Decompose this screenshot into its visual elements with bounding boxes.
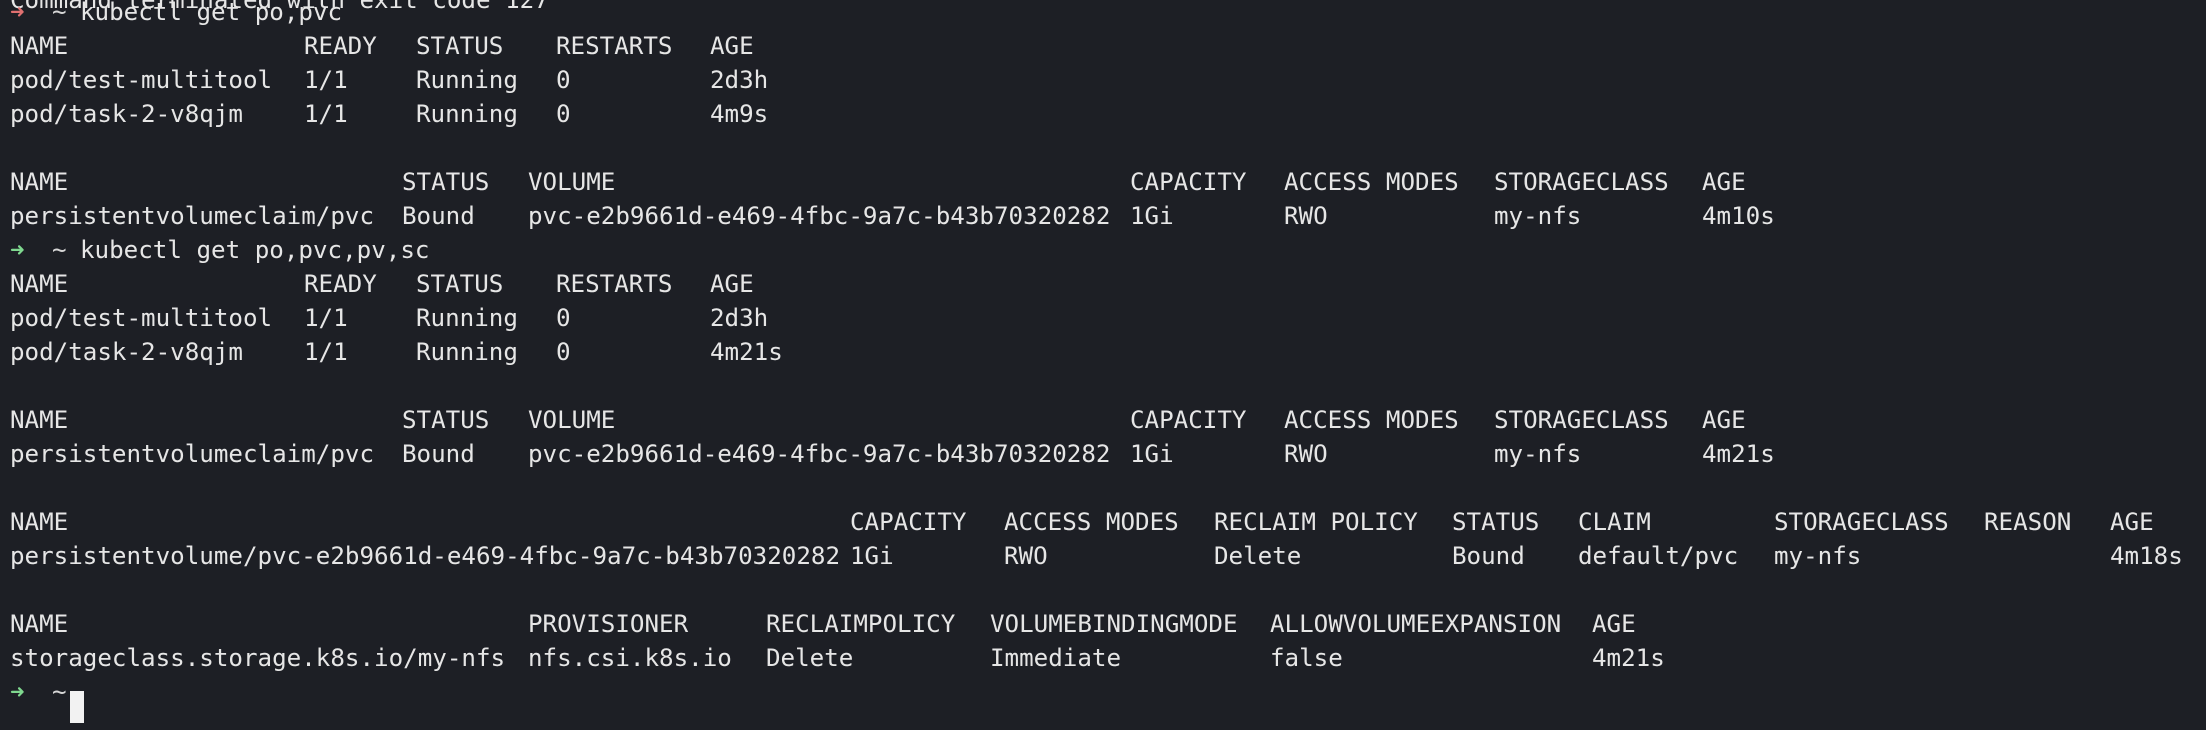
- terminal-window[interactable]: Command terminated with exit code 127 ➜ ~…: [0, 0, 2206, 730]
- table-cell: 4m21s: [710, 338, 783, 366]
- table-cell: CAPACITY: [850, 508, 967, 536]
- command-text: kubectl get po,pvc: [80, 0, 343, 26]
- table-cell: VOLUME: [528, 168, 616, 196]
- table-cell: NAME: [10, 32, 69, 60]
- text-cursor: [70, 691, 84, 723]
- table-cell: STATUS: [402, 168, 490, 196]
- table-cell: pod/task-2-v8qjm: [10, 100, 243, 128]
- table-cell: 1Gi: [850, 542, 894, 570]
- table-cell: Bound: [402, 440, 475, 468]
- table-cell: NAME: [10, 270, 69, 298]
- table-cell: AGE: [1592, 610, 1636, 638]
- table-cell: false: [1270, 644, 1343, 672]
- table-cell: 4m9s: [710, 100, 769, 128]
- table-cell: STATUS: [402, 406, 490, 434]
- table-cell: PROVISIONER: [528, 610, 689, 638]
- table-cell: ALLOWVOLUMEEXPANSION: [1270, 610, 1562, 638]
- prompt-directory: ~: [52, 236, 67, 264]
- table-cell: storageclass.storage.k8s.io/my-nfs: [10, 644, 506, 672]
- table-cell: ACCESS MODES: [1004, 508, 1179, 536]
- table-cell: RESTARTS: [556, 32, 673, 60]
- table-cell: ACCESS MODES: [1284, 406, 1459, 434]
- table-cell: Delete: [1214, 542, 1302, 570]
- prompt-arrow-icon: ➜: [10, 0, 25, 26]
- table-cell: AGE: [1702, 168, 1746, 196]
- table-cell: 0: [556, 304, 571, 332]
- table-cell: 0: [556, 338, 571, 366]
- table-cell: Immediate: [990, 644, 1122, 672]
- table-cell: READY: [304, 32, 377, 60]
- table-cell: pod/test-multitool: [10, 304, 273, 332]
- table-cell: NAME: [10, 508, 69, 536]
- table-cell: pvc-e2b9661d-e469-4fbc-9a7c-b43b70320282: [528, 202, 1111, 230]
- table-cell: persistentvolumeclaim/pvc: [10, 440, 375, 468]
- table-cell: RWO: [1284, 202, 1328, 230]
- table-cell: CLAIM: [1578, 508, 1651, 536]
- table-cell: Bound: [402, 202, 475, 230]
- table-cell: 0: [556, 100, 571, 128]
- table-cell: RESTARTS: [556, 270, 673, 298]
- table-cell: persistentvolume/pvc-e2b9661d-e469-4fbc-…: [10, 542, 841, 570]
- table-cell: Running: [416, 304, 518, 332]
- table-cell: VOLUME: [528, 406, 616, 434]
- table-cell: STATUS: [1452, 508, 1540, 536]
- prompt-arrow-icon: ➜: [10, 236, 25, 264]
- table-cell: 1/1: [304, 338, 348, 366]
- command-text: kubectl get po,pvc,pv,sc: [80, 236, 430, 264]
- table-cell: pvc-e2b9661d-e469-4fbc-9a7c-b43b70320282: [528, 440, 1111, 468]
- table-cell: RWO: [1004, 542, 1048, 570]
- table-cell: Running: [416, 66, 518, 94]
- table-cell: RWO: [1284, 440, 1328, 468]
- table-cell: default/pvc: [1578, 542, 1739, 570]
- table-cell: my-nfs: [1494, 202, 1582, 230]
- table-cell: RECLAIMPOLICY: [766, 610, 956, 638]
- table-cell: STATUS: [416, 32, 504, 60]
- table-cell: AGE: [1702, 406, 1746, 434]
- table-cell: pod/test-multitool: [10, 66, 273, 94]
- table-cell: AGE: [710, 32, 754, 60]
- table-cell: NAME: [10, 406, 69, 434]
- table-cell: AGE: [710, 270, 754, 298]
- table-cell: 2d3h: [710, 66, 769, 94]
- table-cell: 4m21s: [1702, 440, 1775, 468]
- table-cell: CAPACITY: [1130, 168, 1247, 196]
- table-cell: Delete: [766, 644, 854, 672]
- table-cell: RECLAIM POLICY: [1214, 508, 1418, 536]
- table-cell: NAME: [10, 168, 69, 196]
- prompt-directory: ~: [52, 0, 67, 26]
- table-cell: Running: [416, 100, 518, 128]
- table-cell: 1/1: [304, 304, 348, 332]
- prompt-directory: ~: [52, 678, 67, 706]
- table-cell: ACCESS MODES: [1284, 168, 1459, 196]
- prompt-arrow-icon: ➜: [10, 678, 25, 706]
- table-cell: CAPACITY: [1130, 406, 1247, 434]
- table-cell: 0: [556, 66, 571, 94]
- table-cell: Bound: [1452, 542, 1525, 570]
- table-cell: STORAGECLASS: [1494, 168, 1669, 196]
- table-cell: 1Gi: [1130, 440, 1174, 468]
- table-cell: my-nfs: [1494, 440, 1582, 468]
- table-cell: 4m21s: [1592, 644, 1665, 672]
- table-cell: persistentvolumeclaim/pvc: [10, 202, 375, 230]
- table-cell: AGE: [2110, 508, 2154, 536]
- table-cell: 1Gi: [1130, 202, 1174, 230]
- table-cell: 2d3h: [710, 304, 769, 332]
- table-cell: STATUS: [416, 270, 504, 298]
- table-cell: STORAGECLASS: [1494, 406, 1669, 434]
- table-cell: STORAGECLASS: [1774, 508, 1949, 536]
- table-cell: 4m18s: [2110, 542, 2183, 570]
- table-cell: REASON: [1984, 508, 2072, 536]
- table-cell: 1/1: [304, 66, 348, 94]
- table-cell: NAME: [10, 610, 69, 638]
- table-cell: Running: [416, 338, 518, 366]
- table-cell: READY: [304, 270, 377, 298]
- table-cell: 4m10s: [1702, 202, 1775, 230]
- table-cell: my-nfs: [1774, 542, 1862, 570]
- table-cell: 1/1: [304, 100, 348, 128]
- table-cell: nfs.csi.k8s.io: [528, 644, 732, 672]
- table-cell: VOLUMEBINDINGMODE: [990, 610, 1238, 638]
- table-cell: pod/task-2-v8qjm: [10, 338, 243, 366]
